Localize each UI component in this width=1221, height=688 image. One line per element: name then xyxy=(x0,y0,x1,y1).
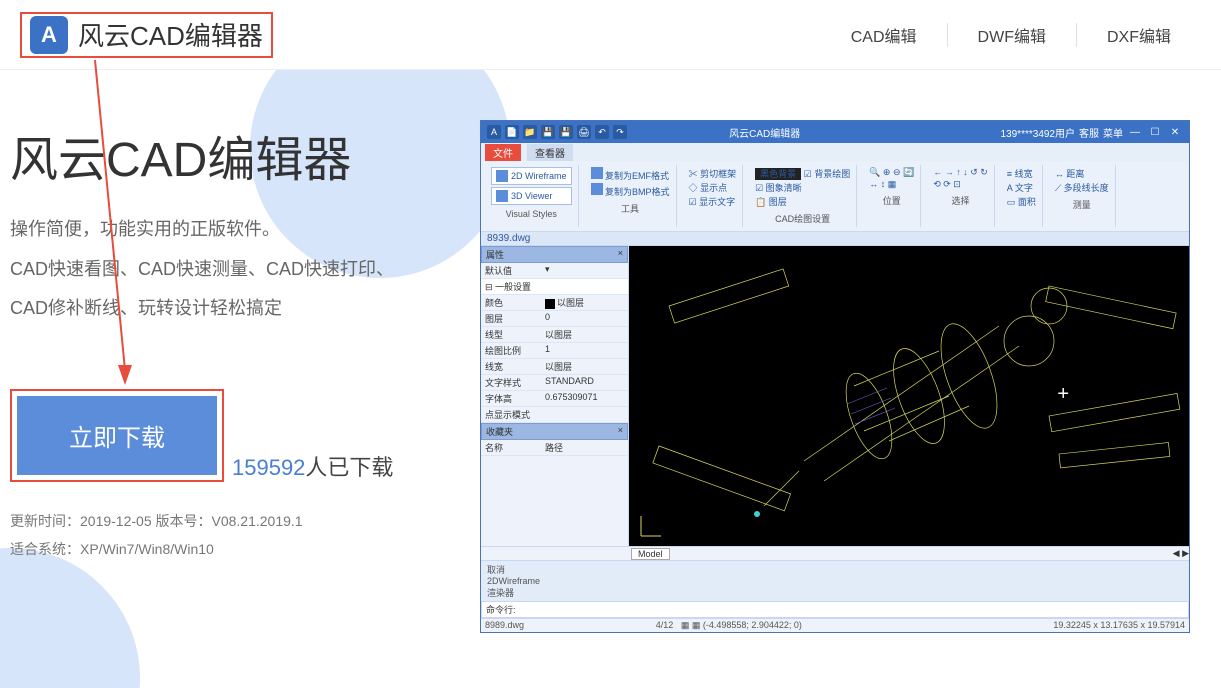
command-input[interactable]: 命令行: xyxy=(481,601,1189,618)
undo-icon[interactable]: ↶ xyxy=(595,125,609,139)
logo-text: 风云CAD编辑器 xyxy=(78,16,263,53)
ribbon-tab-file[interactable]: 文件 xyxy=(485,144,521,161)
wireframe-icon xyxy=(496,170,508,182)
file-tab[interactable]: 8939.dwg xyxy=(481,232,1189,246)
arrows-icon[interactable]: ← → ↑ ↓ ↺ ↻ xyxy=(933,167,988,178)
cad-titlebar: A 📄 📁 💾 💾 🖨 ↶ ↷ 风云CAD编辑器 139****3492用户 客… xyxy=(481,121,1189,143)
redo-icon[interactable]: ↷ xyxy=(613,125,627,139)
hero-desc-3: CAD修补断线、玩转设计轻松搞定 xyxy=(10,289,480,329)
group-tools: 工具 xyxy=(591,202,670,215)
group-cad-settings: CAD绘图设置 xyxy=(755,212,850,225)
nav-dwf-edit[interactable]: DWF编辑 xyxy=(948,23,1077,47)
ribbon-tab-view[interactable]: 查看器 xyxy=(527,144,573,161)
print-icon[interactable]: 🖨 xyxy=(577,125,591,139)
fav-header: 名称路径 xyxy=(481,440,628,456)
copy-bmp[interactable]: 复制为BMP格式 xyxy=(591,183,670,198)
panel-favorites[interactable]: 收藏夹× xyxy=(481,423,628,440)
group-position: 位置 xyxy=(869,194,914,207)
3dviewer-button[interactable]: 3D Viewer xyxy=(491,187,572,205)
cad-menu[interactable]: 菜单 xyxy=(1103,125,1123,140)
status-zoom: 19.32245 x 13.17635 x 19.57914 xyxy=(1053,620,1185,631)
prop-scale[interactable]: 绘图比例1 xyxy=(481,343,628,359)
prop-dimstyle[interactable]: 点显示模式 xyxy=(481,407,628,423)
download-count-suffix: 人已下载 xyxy=(305,455,393,480)
cad-user[interactable]: 139****3492用户 xyxy=(1001,125,1076,140)
download-count: 159592 xyxy=(232,455,305,480)
3d-icon xyxy=(496,190,508,202)
hero-desc-1: 操作简便，功能实用的正版软件。 xyxy=(10,210,480,250)
status-coords: (-4.498558; 2.904422; 0) xyxy=(703,620,802,630)
nav-dxf-edit[interactable]: DXF编辑 xyxy=(1077,23,1201,47)
group-measure: 测量 xyxy=(1055,198,1109,211)
default-row: 默认值▾ xyxy=(481,263,628,279)
rotate-icon[interactable]: ⟲ ⟳ ⊡ xyxy=(933,179,988,190)
status-file: 8989.dwg xyxy=(485,620,524,631)
cad-window: A 📄 📁 💾 💾 🖨 ↶ ↷ 风云CAD编辑器 139****3492用户 客… xyxy=(480,120,1190,633)
prop-linetype[interactable]: 线型以图层 xyxy=(481,327,628,343)
save-icon[interactable]: 💾 xyxy=(541,125,555,139)
cad-title: 风云CAD编辑器 xyxy=(729,125,800,140)
status-cursor: 4/12 xyxy=(656,620,674,630)
group-visual-styles: Visual Styles xyxy=(491,209,572,219)
logo-icon: A xyxy=(30,16,68,54)
wireframe-button[interactable]: 2D Wireframe xyxy=(491,167,572,185)
meta-os: 适合系统：XP/Win7/Win8/Win10 xyxy=(10,535,480,563)
download-button[interactable]: 立即下载 xyxy=(17,396,217,475)
close-icon[interactable]: ✕ xyxy=(1167,127,1183,138)
prop-color[interactable]: 颜色以图层 xyxy=(481,295,628,311)
open-icon[interactable]: 📁 xyxy=(523,125,537,139)
bg-draw[interactable]: ☑ 背景绘图 xyxy=(804,169,851,179)
nav-icons2[interactable]: ↔ ↕ ▦ xyxy=(869,179,914,190)
cad-help[interactable]: 客服 xyxy=(1079,125,1099,140)
panel-properties[interactable]: 属性× xyxy=(481,246,628,263)
minimize-icon[interactable]: — xyxy=(1127,127,1143,138)
copy-emf[interactable]: 复制为EMF格式 xyxy=(591,167,670,182)
group-select: 选择 xyxy=(933,194,988,207)
prop-textheight[interactable]: 字体高0.675309071 xyxy=(481,391,628,407)
saveall-icon[interactable]: 💾 xyxy=(559,125,573,139)
model-tab[interactable]: Model xyxy=(631,548,670,560)
nav-icons[interactable]: 🔍 ⊕ ⊖ 🔄 xyxy=(869,167,914,178)
text-tool[interactable]: A 文字 xyxy=(1007,181,1036,194)
logo-area[interactable]: A 风云CAD编辑器 xyxy=(20,12,273,58)
cad-viewport[interactable]: + xyxy=(629,246,1189,546)
area-tool[interactable]: ▭ 面积 xyxy=(1007,195,1036,208)
lineweight-tool[interactable]: ≡ 线宽 xyxy=(1007,167,1036,180)
hero-desc-2: CAD快速看图、CAD快速测量、CAD快速打印、 xyxy=(10,250,480,290)
show-points[interactable]: ◇ 显示点 xyxy=(689,181,737,194)
show-text[interactable]: ☑ 显示文字 xyxy=(689,195,737,208)
prop-lineweight[interactable]: 线宽以图层 xyxy=(481,359,628,375)
maximize-icon[interactable]: ☐ xyxy=(1147,127,1163,138)
image-clear[interactable]: ☑ 图象清晰 xyxy=(755,181,850,194)
layers-btn[interactable]: 📋 图层 xyxy=(755,195,850,208)
app-icon: A xyxy=(487,125,501,139)
meta-update: 更新时间：2019-12-05 版本号：V08.21.2019.1 xyxy=(10,507,480,535)
polyline-tool[interactable]: ⟋ 多段线长度 xyxy=(1055,181,1109,194)
black-bg[interactable]: 黑色背景 xyxy=(755,168,801,180)
cursor-crosshair: + xyxy=(1057,383,1069,406)
new-icon[interactable]: 📄 xyxy=(505,125,519,139)
hero-title: 风云CAD编辑器 xyxy=(10,120,480,190)
distance-tool[interactable]: ↔ 距离 xyxy=(1055,167,1109,180)
clip-frame[interactable]: ✂ 剪切框架 xyxy=(689,167,737,180)
prop-textstyle[interactable]: 文字样式STANDARD xyxy=(481,375,628,391)
nav-cad-edit[interactable]: CAD编辑 xyxy=(821,23,948,47)
general-group[interactable]: ⊟ 一般设置 xyxy=(481,279,628,295)
download-frame: 立即下载 xyxy=(10,389,224,482)
prop-layer[interactable]: 图层0 xyxy=(481,311,628,327)
